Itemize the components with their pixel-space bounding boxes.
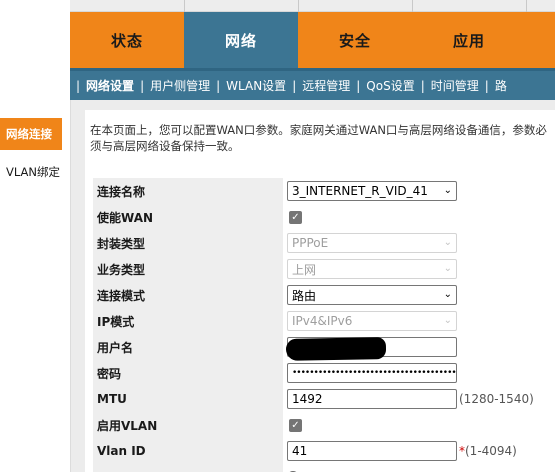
sub-nav-network-settings[interactable]: 网络设置 — [86, 77, 134, 94]
row-password: 密码 •••••••••••••••••••••••••••••••••••••… — [93, 360, 555, 386]
content-panel: 在本页面上，您可以配置WAN口参数。家庭网关通过WAN口与高层网络设备通信，参数… — [70, 100, 555, 472]
row-ip-mode: IP模式 IPv4&IPv6 ⌄ — [93, 308, 555, 334]
mtu-range-hint: (1280-1540) — [459, 392, 534, 406]
sub-nav-user-side-management[interactable]: 用户侧管理 — [150, 77, 210, 94]
sub-nav: | 网络设置 | 用户侧管理 | WLAN设置 | 远程管理 | QoS设置 |… — [70, 68, 555, 100]
sub-nav-remote-management[interactable]: 远程管理 — [302, 77, 350, 94]
side-item-network-connection[interactable]: 网络连接 — [0, 118, 62, 150]
chevron-down-icon: ⌄ — [443, 289, 452, 300]
chevron-down-icon: ⌄ — [443, 263, 452, 274]
side-item-vlan-binding[interactable]: VLAN绑定 — [0, 156, 62, 188]
connection-mode-value: 路由 — [292, 288, 317, 303]
sub-nav-separator: | — [356, 78, 361, 93]
connection-name-select[interactable]: 3_INTERNET_R_VID_41 ⌄ — [287, 181, 457, 201]
row-connection-mode: 连接模式 路由 ⌄ — [93, 282, 555, 308]
sub-nav-separator: | — [420, 78, 425, 93]
encapsulation-select: PPPoE ⌄ — [287, 233, 457, 253]
label-vlan-id: Vlan ID — [93, 438, 283, 464]
sub-nav-separator: | — [76, 78, 81, 93]
ip-mode-select: IPv4&IPv6 ⌄ — [287, 311, 457, 331]
enable-wan-checkbox[interactable]: ✓ — [289, 210, 302, 224]
top-strip — [70, 0, 555, 12]
mtu-input[interactable]: 1492 — [287, 389, 457, 409]
main-tabs: 状态 网络 安全 应用 — [70, 12, 555, 68]
tab-security[interactable]: 安全 — [298, 12, 412, 68]
row-partial-cutoff — [93, 464, 555, 472]
ip-mode-value: IPv4&IPv6 — [292, 314, 353, 328]
chevron-down-icon: ⌄ — [443, 237, 452, 248]
label-encapsulation: 封装类型 — [93, 230, 283, 256]
tab-status[interactable]: 状态 — [70, 12, 184, 68]
sub-nav-qos-settings[interactable]: QoS设置 — [366, 77, 414, 94]
sub-nav-routing-truncated[interactable]: 路 — [495, 77, 507, 94]
redaction-scribble — [285, 337, 387, 361]
vlan-id-range-hint: *(1-4094) — [459, 444, 517, 458]
row-service-type: 业务类型 上网 ⌄ — [93, 256, 555, 282]
router-config-page: 状态 网络 安全 应用 | 网络设置 | 用户侧管理 | WLAN设置 | 远程… — [0, 0, 555, 472]
sub-nav-time-management[interactable]: 时间管理 — [431, 77, 479, 94]
label-password: 密码 — [93, 360, 283, 386]
encapsulation-value: PPPoE — [292, 236, 329, 250]
label-enable-vlan: 启用VLAN — [93, 412, 283, 438]
tab-applications[interactable]: 应用 — [412, 12, 526, 68]
label-ip-mode: IP模式 — [93, 308, 283, 334]
sub-nav-separator: | — [140, 78, 145, 93]
service-type-value: 上网 — [292, 262, 317, 277]
label-connection-mode: 连接模式 — [93, 282, 283, 308]
label-connection-name: 连接名称 — [93, 178, 283, 204]
label-username: 用户名 — [93, 334, 283, 360]
sub-nav-separator: | — [216, 78, 221, 93]
vlan-id-input[interactable]: 41 — [287, 441, 457, 461]
enable-vlan-checkbox[interactable]: ✓ — [289, 418, 302, 432]
chevron-down-icon: ⌄ — [443, 185, 452, 196]
row-connection-name: 连接名称 3_INTERNET_R_VID_41 ⌄ — [93, 178, 555, 204]
row-encapsulation: 封装类型 PPPoE ⌄ — [93, 230, 555, 256]
label-mtu: MTU — [93, 386, 283, 412]
top-left-blank — [0, 0, 70, 68]
vlan-id-range-text: (1-4094) — [465, 444, 517, 458]
side-nav: 网络连接 VLAN绑定 — [0, 100, 70, 472]
row-vlan-id: Vlan ID 41 *(1-4094) — [93, 438, 555, 464]
intro-text: 在本页面上，您可以配置WAN口参数。家庭网关通过WAN口与高层网络设备通信，参数… — [90, 123, 547, 153]
password-input[interactable]: ••••••••••••••••••••••••••••••••••••••• — [287, 363, 457, 383]
connection-mode-select[interactable]: 路由 ⌄ — [287, 285, 457, 305]
chevron-down-icon: ⌄ — [443, 315, 452, 326]
sub-nav-separator: | — [484, 78, 489, 93]
label-service-type: 业务类型 — [93, 256, 283, 282]
label-partial-cutoff — [93, 464, 283, 472]
sub-nav-separator: | — [292, 78, 297, 93]
row-enable-wan: 使能WAN ✓ — [93, 204, 555, 230]
service-type-select: 上网 ⌄ — [287, 259, 457, 279]
row-enable-vlan: 启用VLAN ✓ — [93, 412, 555, 438]
tab-network[interactable]: 网络 — [184, 12, 298, 68]
label-enable-wan: 使能WAN — [93, 204, 283, 230]
connection-name-value: 3_INTERNET_R_VID_41 — [292, 184, 428, 198]
sub-band-left — [0, 68, 70, 100]
sub-nav-wlan-settings[interactable]: WLAN设置 — [226, 77, 286, 94]
row-mtu: MTU 1492 (1280-1540) — [93, 386, 555, 412]
